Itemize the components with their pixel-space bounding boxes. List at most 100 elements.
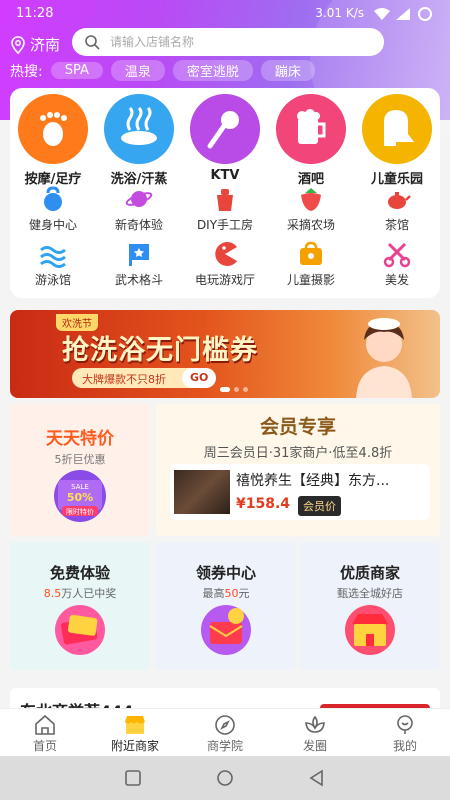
flag-icon — [124, 239, 154, 269]
quality-merchant-card[interactable]: 优质商家 甄选全城好店 — [300, 542, 440, 670]
pacman-icon — [210, 239, 240, 269]
search-input[interactable] — [110, 35, 370, 49]
banner-headline: 抢洗浴无门槛券 — [62, 335, 258, 366]
member-subtitle: 周三会员日·31家商户·低至4.8折 — [203, 446, 393, 461]
category-bath[interactable]: 洗浴/汗蒸 — [97, 94, 181, 187]
category-farm[interactable]: 采摘农场 — [268, 184, 354, 233]
category-kids-photo[interactable]: 儿童摄影 — [268, 239, 354, 288]
search-icon — [85, 35, 100, 50]
coupon-icon — [201, 605, 251, 655]
hot-tag[interactable]: 密室逃脱 — [172, 60, 253, 81]
member-product-card[interactable]: 禧悦养生【经典】东方... ¥158.4 会员价 — [170, 464, 430, 520]
category-label: 茶馆 — [384, 218, 409, 232]
category-hair[interactable]: 美发 — [354, 239, 440, 288]
hot-tag[interactable]: SPA — [50, 62, 103, 79]
coupon-center-card[interactable]: 领券中心 最高50元 — [156, 542, 296, 670]
city-label: 济南 — [30, 36, 61, 54]
category-label: 健身中心 — [28, 218, 77, 232]
category-massage[interactable]: 按摩/足疗 — [11, 94, 95, 187]
banner-pager — [220, 387, 248, 392]
category-martial-arts[interactable]: 武术格斗 — [96, 239, 182, 288]
category-kids[interactable]: 儿童乐园 — [355, 94, 439, 187]
feature-title: 领券中心 — [195, 564, 256, 582]
tab-mine[interactable]: 我的 — [360, 709, 450, 756]
home-nav-icon[interactable] — [216, 769, 234, 787]
category-label: 游泳馆 — [34, 273, 71, 287]
beer-icon — [276, 94, 346, 164]
tab-nearby-merchants[interactable]: 附近商家 — [90, 709, 180, 756]
category-label: 新奇体验 — [114, 218, 163, 232]
promo-banner[interactable]: 欢洗节 抢洗浴无门槛券 大牌爆款不只8折 GO — [10, 310, 440, 398]
member-price-tag: 会员价 — [298, 496, 341, 516]
category-label: 儿童摄影 — [286, 273, 335, 287]
category-ktv[interactable]: KTV — [183, 94, 267, 187]
category-fitness[interactable]: 健身中心 — [10, 184, 96, 233]
store-icon — [345, 605, 395, 655]
feature-subtitle: 8.5万人已中奖 — [43, 587, 117, 600]
tab-label: 附近商家 — [110, 739, 159, 753]
tab-business-school[interactable]: 商学院 — [180, 709, 270, 756]
category-diy[interactable]: DIY手工房 — [182, 184, 268, 233]
category-label: KTV — [210, 168, 240, 183]
banner-go-button[interactable]: GO — [182, 368, 217, 388]
home-icon — [35, 714, 55, 735]
hot-search: 热搜: SPA 温泉 密室逃脱 蹦床 — [10, 60, 315, 81]
category-label: 采摘农场 — [286, 218, 335, 232]
photo-bag-icon — [296, 239, 326, 269]
lotus-icon — [305, 715, 325, 733]
category-novelty[interactable]: 新奇体验 — [96, 184, 182, 233]
feature-title: 免费体验 — [49, 564, 110, 582]
member-exclusive-card[interactable]: 会员专享 周三会员日·31家商户·低至4.8折 禧悦养生【经典】东方... ¥1… — [156, 404, 440, 536]
microphone-icon — [190, 94, 260, 164]
sale-badge-top: SALE — [71, 483, 89, 491]
category-swimming[interactable]: 游泳馆 — [10, 239, 96, 288]
pot-icon — [210, 184, 240, 214]
strawberry-icon — [296, 184, 326, 214]
sale-badge-percent: 50% — [67, 491, 93, 504]
category-bar[interactable]: 酒吧 — [269, 94, 353, 187]
category-label: DIY手工房 — [196, 218, 254, 232]
status-bar: 11:28 3.01 K/s — [0, 0, 450, 28]
wifi-icon — [374, 8, 390, 20]
profile-icon — [397, 715, 413, 734]
location-pin-icon — [11, 35, 25, 54]
battery-icon — [418, 7, 432, 21]
sale-badge-bottom: 限时特价 — [66, 507, 94, 516]
store-icon — [125, 716, 145, 734]
location-selector[interactable]: 济南 — [10, 34, 60, 55]
kettlebell-icon — [38, 184, 68, 214]
hot-tag[interactable]: 温泉 — [110, 60, 165, 81]
system-nav-bar — [0, 756, 450, 800]
tab-moments[interactable]: 发圈 — [270, 709, 360, 756]
member-title: 会员专享 — [259, 416, 336, 438]
gift-envelope-icon — [55, 605, 105, 655]
bottom-tab-bar: 首页 附近商家 商学院 发圈 我的 — [0, 708, 450, 756]
category-label: 电玩游戏厅 — [194, 273, 255, 287]
free-trial-card[interactable]: 免费体验 8.5万人已中奖 — [10, 542, 150, 670]
tab-home[interactable]: 首页 — [0, 709, 90, 756]
daily-deal-title: 天天特价 — [46, 429, 114, 449]
signal-icon — [396, 8, 410, 20]
category-arcade[interactable]: 电玩游戏厅 — [182, 239, 268, 288]
tab-label: 我的 — [392, 739, 417, 753]
scissors-icon — [382, 239, 412, 269]
planet-icon — [124, 184, 154, 214]
category-label: 武术格斗 — [114, 273, 163, 287]
daily-deal-card[interactable]: 天天特价 5折巨优惠 SALE 50% 限时特价 — [10, 404, 150, 536]
net-speed: 3.01 K/s — [315, 6, 364, 20]
tab-label: 发圈 — [302, 739, 327, 753]
teapot-icon — [382, 184, 412, 214]
tab-label: 商学院 — [206, 739, 243, 753]
wave-icon — [38, 239, 68, 269]
category-teahouse[interactable]: 茶馆 — [354, 184, 440, 233]
back-icon[interactable] — [308, 769, 326, 787]
model-illustration — [356, 318, 412, 398]
sale-badge-icon: SALE 50% 限时特价 — [54, 470, 106, 522]
hot-tag[interactable]: 蹦床 — [260, 60, 315, 81]
compass-icon — [215, 715, 235, 735]
recents-icon[interactable] — [124, 769, 142, 787]
category-label: 美发 — [384, 273, 409, 287]
tab-label: 首页 — [32, 739, 57, 753]
hot-search-label: 热搜: — [10, 63, 43, 80]
search-bar[interactable] — [72, 28, 384, 56]
